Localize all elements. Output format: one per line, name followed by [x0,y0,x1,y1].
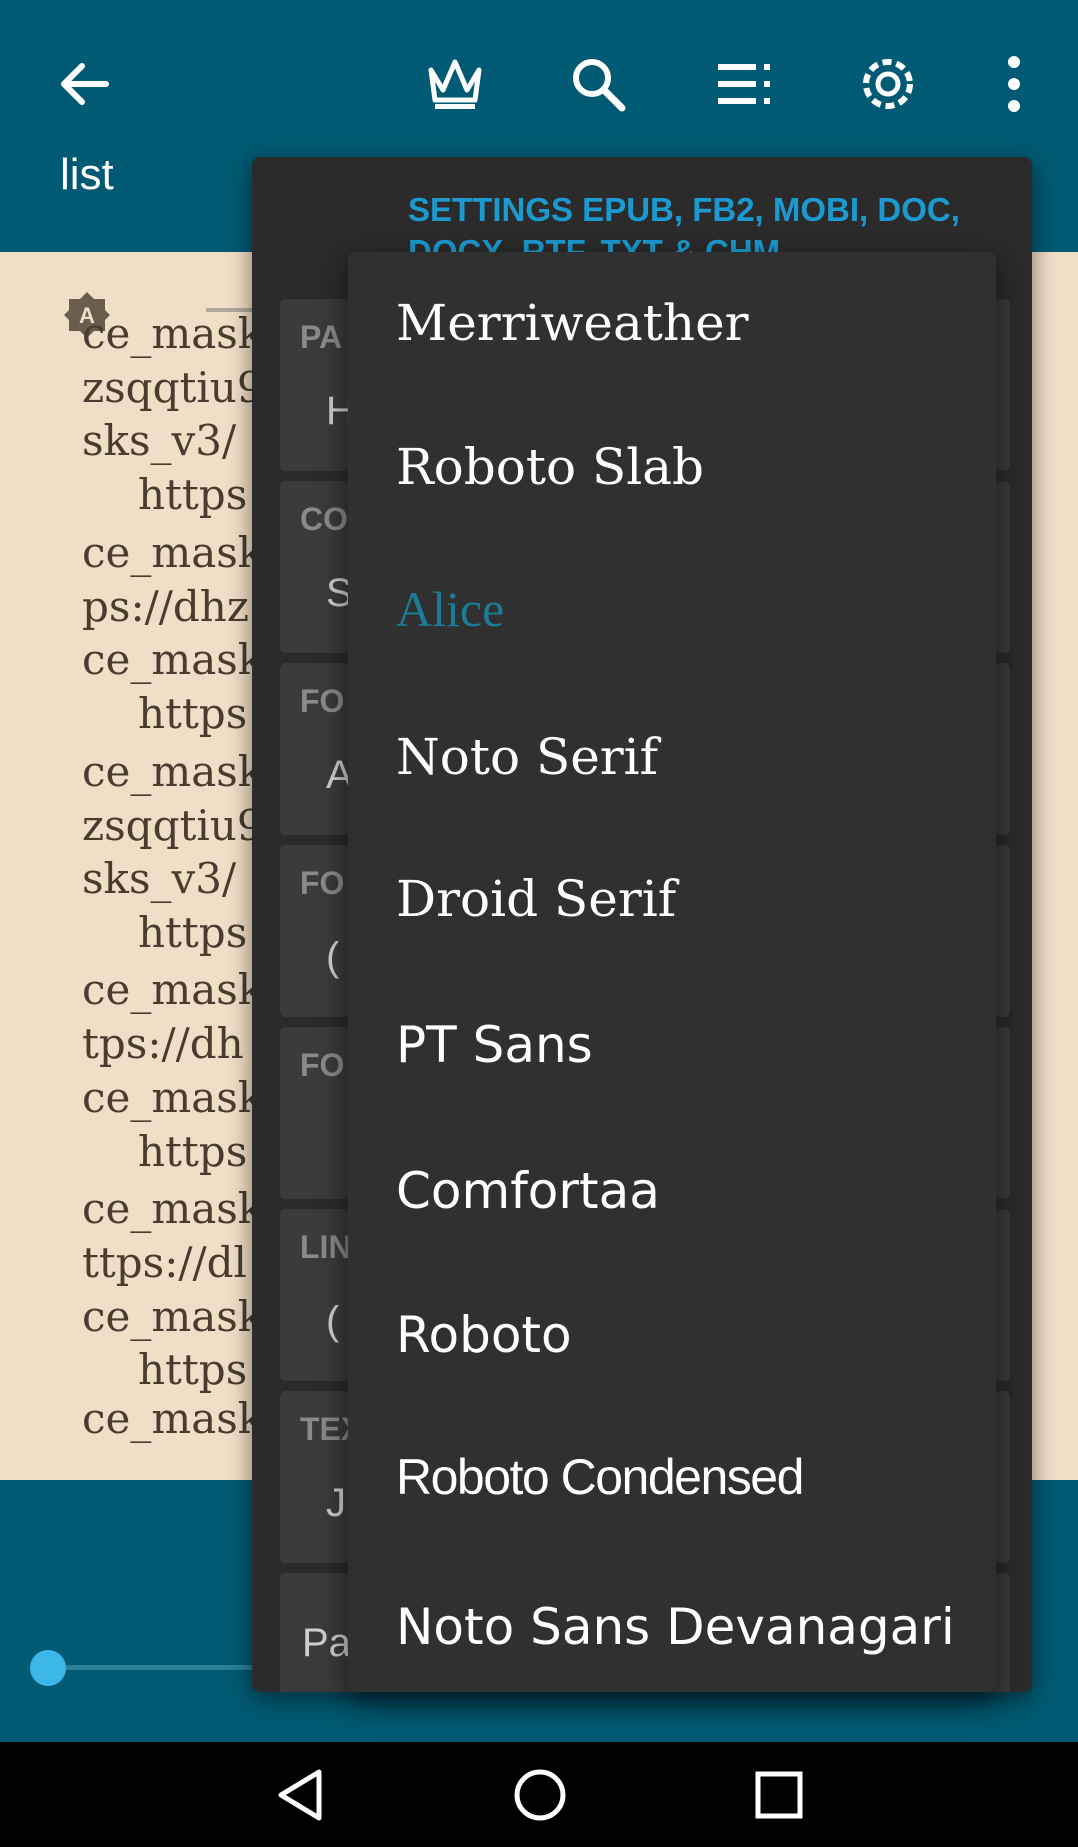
content-line: ce_mask [82,747,264,796]
content-line: zsqqtiu9 [82,363,264,412]
search-icon[interactable] [558,44,638,124]
crown-icon[interactable] [415,44,495,124]
back-arrow-icon[interactable] [44,44,124,124]
setting-label: LIN [300,1229,352,1265]
font-option-roboto-condensed[interactable]: Roboto Condensed [396,1448,804,1506]
content-line: https [138,1345,248,1394]
page-slider-track[interactable] [48,1665,268,1670]
content-line: ttps://dl [82,1238,247,1287]
content-line: ce_mask [82,1184,264,1233]
book-title: list [60,150,114,199]
setting-value: Pa [302,1621,351,1665]
setting-label: FO [300,865,345,901]
content-line: ce_mask [82,309,264,358]
content-line: ce_mask [82,965,264,1014]
setting-label: FO [300,683,345,719]
content-line: https [138,908,248,957]
more-vert-icon[interactable] [974,44,1054,124]
setting-value: J [326,1481,346,1525]
nav-back-icon[interactable] [265,1760,335,1830]
font-option-droid-serif[interactable]: Droid Serif [396,870,676,928]
font-option-pt-sans[interactable]: PT Sans [396,1016,593,1074]
font-option-alice[interactable]: Alice [396,580,504,638]
content-line: ce_mask [82,1394,264,1443]
setting-label: CO [300,501,348,537]
content-line: ce_mask [82,528,264,577]
font-option-roboto-slab[interactable]: Roboto Slab [396,438,704,496]
content-line: zsqqtiu9 [82,801,264,850]
font-option-noto-sans-devanagari[interactable]: Noto Sans Devanagari [396,1598,955,1656]
table-of-contents-icon[interactable] [704,44,784,124]
font-option-merriweather[interactable]: Merriweather [396,294,749,352]
nav-home-icon[interactable] [505,1760,575,1830]
setting-value: ( [326,935,340,979]
font-dropdown-menu: Merriweather Roboto Slab Alice Noto Serif Dr… [348,252,996,1692]
gear-icon[interactable] [848,44,928,124]
nav-recents-icon[interactable] [744,1760,814,1830]
setting-label: FO [300,1047,345,1083]
system-nav-bar [0,1742,1078,1847]
content-line: sks_v3/ [82,416,237,465]
content-line: https [138,1127,248,1176]
font-option-noto-serif[interactable]: Noto Serif [396,728,658,786]
setting-label: PA [300,319,343,355]
content-line: ps://dhz [82,582,249,631]
setting-value: ( [326,1299,340,1343]
content-line: ce_mask [82,1292,264,1341]
page-slider-thumb[interactable] [30,1650,66,1686]
content-line: tps://dh [82,1019,244,1068]
content-line: https [138,470,248,519]
font-option-comfortaa[interactable]: Comfortaa [396,1162,660,1220]
content-line: ce_mask [82,635,264,684]
content-line: https [138,689,248,738]
content-line: ce_mask [82,1073,264,1122]
font-option-roboto[interactable]: Roboto [396,1306,572,1364]
content-line: sks_v3/ [82,854,237,903]
